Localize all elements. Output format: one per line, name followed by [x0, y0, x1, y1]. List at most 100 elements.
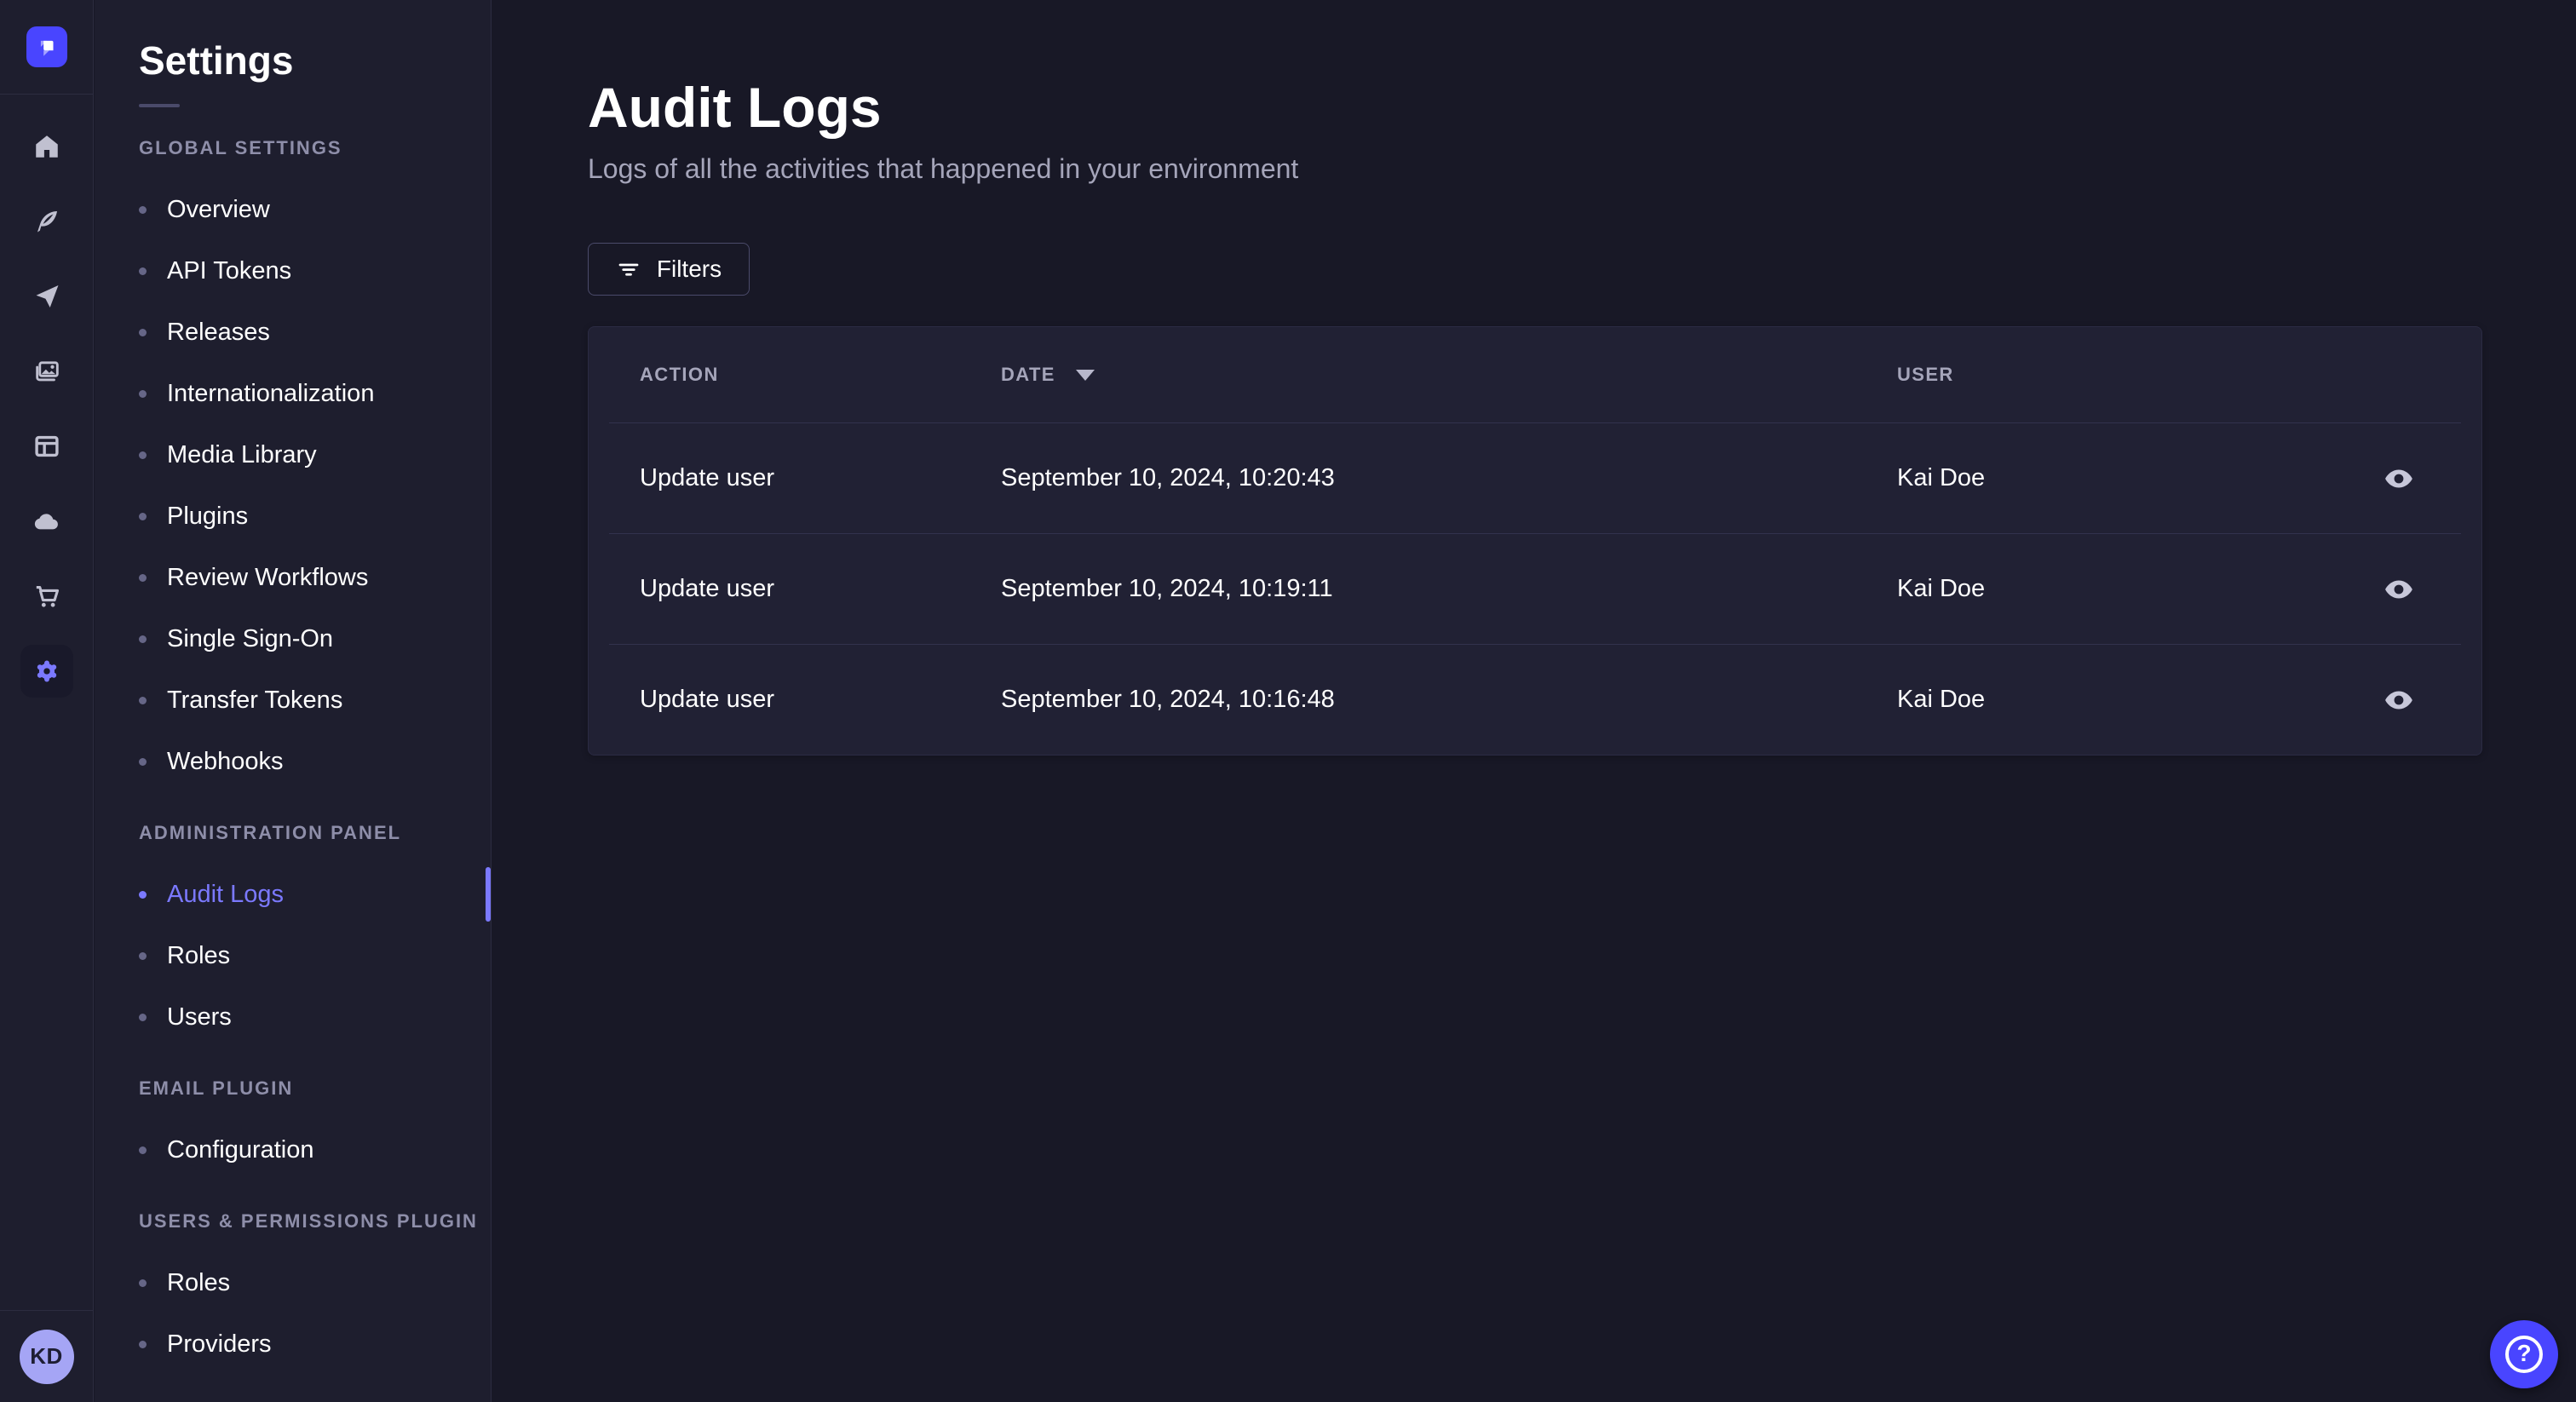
- settings-sidebar: Settings GLOBAL SETTINGS Overview API Toke…: [95, 0, 492, 1402]
- cart-icon[interactable]: [20, 570, 73, 623]
- column-header-date[interactable]: DATE: [1001, 364, 1055, 386]
- sidebar-item-review-workflows[interactable]: Review Workflows: [95, 547, 491, 608]
- bullet-icon: [139, 951, 147, 960]
- cell-action: Update user: [640, 686, 774, 713]
- table-body: Update user September 10, 2024, 10:20:43 K…: [609, 422, 2461, 755]
- sidebar-item-webhooks[interactable]: Webhooks: [95, 731, 491, 792]
- icon-rail: KD: [0, 0, 94, 1402]
- sidebar-section-header: GLOBAL SETTINGS: [139, 137, 342, 158]
- sidebar-item-single-sign-on[interactable]: Single Sign-On: [95, 608, 491, 669]
- bullet-icon: [139, 573, 147, 582]
- bullet-icon: [139, 512, 147, 520]
- cell-action: Update user: [640, 575, 774, 602]
- bullet-icon: [139, 635, 147, 643]
- sidebar-item-providers[interactable]: Providers: [95, 1313, 491, 1375]
- sidebar-item-overview[interactable]: Overview: [95, 179, 491, 240]
- cell-user: Kai Doe: [1897, 575, 1986, 602]
- sidebar-item-configuration[interactable]: Configuration: [95, 1119, 491, 1181]
- sidebar-item-internationalization[interactable]: Internationalization: [95, 363, 491, 424]
- sidebar-item-transfer-tokens[interactable]: Transfer Tokens: [95, 669, 491, 731]
- cell-action: Update user: [640, 464, 774, 491]
- main-content: Audit Logs Logs of all the activities th…: [492, 0, 2576, 1402]
- sidebar-item-label: Overview: [167, 195, 270, 223]
- bullet-icon: [139, 1340, 147, 1348]
- bullet-icon: [139, 1278, 147, 1287]
- help-button[interactable]: ?: [2490, 1320, 2558, 1388]
- cell-date: September 10, 2024, 10:16:48: [1001, 686, 1335, 713]
- feather-icon[interactable]: [20, 195, 73, 248]
- sidebar-item-media-library[interactable]: Media Library: [95, 424, 491, 486]
- table-row[interactable]: Update user September 10, 2024, 10:19:11 K…: [609, 533, 2461, 644]
- sidebar-nav-list: GLOBAL SETTINGS Overview API Tokens Release…: [95, 118, 491, 1375]
- bullet-icon: [139, 389, 147, 398]
- bullet-icon: [139, 205, 147, 214]
- sidebar-item-label: Roles: [167, 941, 231, 969]
- sidebar-item-label: Review Workflows: [167, 563, 369, 591]
- question-mark-icon: ?: [2505, 1336, 2543, 1373]
- filters-button-label: Filters: [656, 256, 722, 282]
- paper-plane-icon[interactable]: [20, 270, 73, 323]
- audit-logs-table-card: ACTION DATE USER Update user September 10…: [588, 326, 2482, 756]
- sidebar-section-header: ADMINISTRATION PANEL: [139, 822, 402, 843]
- sidebar-section-header: USERS & PERMISSIONS PLUGIN: [139, 1210, 478, 1232]
- filter-icon: [618, 263, 639, 276]
- bullet-icon: [139, 267, 147, 275]
- sidebar-item-roles[interactable]: Roles: [95, 925, 491, 986]
- title-divider: [139, 104, 180, 107]
- sidebar-section-header: EMAIL PLUGIN: [139, 1077, 294, 1099]
- bullet-icon: [139, 1146, 147, 1154]
- logo-container: [0, 0, 93, 95]
- sidebar-item-plugins[interactable]: Plugins: [95, 486, 491, 547]
- table-row[interactable]: Update user September 10, 2024, 10:16:48 K…: [609, 644, 2461, 755]
- sidebar-item-audit-logs[interactable]: Audit Logs: [95, 864, 491, 925]
- sidebar-item-label: Internationalization: [167, 379, 375, 407]
- sidebar-item-label: Plugins: [167, 502, 249, 530]
- sort-desc-icon[interactable]: [1075, 369, 1095, 381]
- table-row[interactable]: Update user September 10, 2024, 10:20:43 K…: [609, 422, 2461, 533]
- sidebar-item-label: Providers: [167, 1330, 272, 1358]
- home-icon[interactable]: [20, 120, 73, 173]
- bullet-icon: [139, 757, 147, 766]
- bullet-icon: [139, 328, 147, 336]
- strapi-logo[interactable]: [26, 26, 67, 67]
- sidebar-item-label: Releases: [167, 318, 270, 346]
- page-title: Audit Logs: [588, 76, 882, 139]
- sidebar-item-label: Single Sign-On: [167, 624, 334, 652]
- bullet-icon: [139, 890, 147, 899]
- sidebar-item-api-tokens[interactable]: API Tokens: [95, 240, 491, 302]
- view-details-eye-icon[interactable]: [2376, 456, 2422, 502]
- view-details-eye-icon[interactable]: [2376, 677, 2422, 723]
- sidebar-item-label: Webhooks: [167, 747, 284, 775]
- sidebar-item-users[interactable]: Users: [95, 986, 491, 1048]
- avatar[interactable]: KD: [19, 1329, 74, 1384]
- gear-icon[interactable]: [20, 645, 73, 698]
- cell-user: Kai Doe: [1897, 464, 1986, 491]
- sidebar-item-label: Roles: [167, 1268, 231, 1296]
- rail-footer: KD: [0, 1310, 93, 1402]
- view-details-eye-icon[interactable]: [2376, 566, 2422, 612]
- cell-date: September 10, 2024, 10:19:11: [1001, 575, 1333, 602]
- column-header-action[interactable]: ACTION: [609, 364, 1001, 386]
- bullet-icon: [139, 696, 147, 704]
- sidebar-item-label: API Tokens: [167, 256, 292, 284]
- media-images-icon[interactable]: [20, 345, 73, 398]
- sidebar-title: Settings: [139, 38, 294, 83]
- table-header-row: ACTION DATE USER: [609, 327, 2461, 422]
- sidebar-item-label: Users: [167, 1003, 232, 1031]
- rail-icon-list: [0, 95, 93, 1310]
- cell-date: September 10, 2024, 10:20:43: [1001, 464, 1335, 491]
- sidebar-item-label: Media Library: [167, 440, 317, 468]
- bullet-icon: [139, 1013, 147, 1021]
- cell-user: Kai Doe: [1897, 686, 1986, 713]
- sidebar-item-label: Configuration: [167, 1135, 314, 1164]
- sidebar-item-label: Audit Logs: [167, 880, 285, 908]
- sidebar-item-roles[interactable]: Roles: [95, 1252, 491, 1313]
- cloud-icon[interactable]: [20, 495, 73, 548]
- sidebar-item-releases[interactable]: Releases: [95, 302, 491, 363]
- page-subtitle: Logs of all the activities that happened…: [588, 153, 1299, 184]
- layout-icon[interactable]: [20, 420, 73, 473]
- sidebar-item-label: Transfer Tokens: [167, 686, 343, 714]
- bullet-icon: [139, 451, 147, 459]
- column-header-user[interactable]: USER: [1897, 364, 2461, 386]
- filters-button[interactable]: Filters: [588, 243, 750, 296]
